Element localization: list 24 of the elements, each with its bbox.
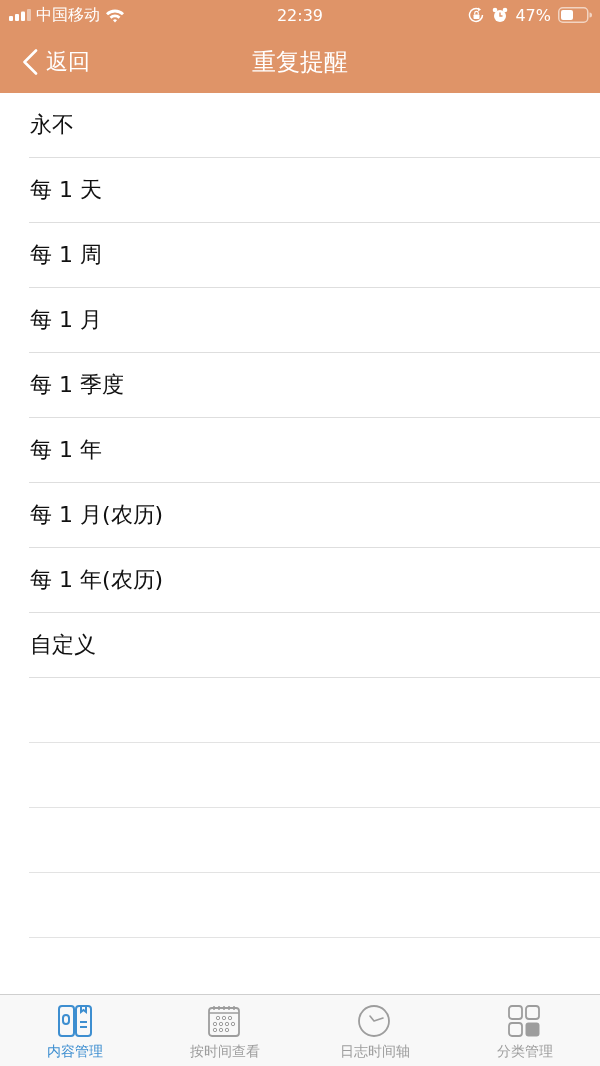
signal-icon <box>9 9 31 21</box>
repeat-option[interactable]: 每 1 天 <box>29 175 102 205</box>
repeat-option[interactable]: 每 1 年(农历) <box>29 565 164 595</box>
repeat-option[interactable]: 自定义 <box>29 630 96 660</box>
tab-item[interactable]: 内容管理 <box>0 995 150 1066</box>
repeat-option[interactable]: 每 1 年 <box>29 435 102 465</box>
grid-icon <box>508 1005 542 1039</box>
repeat-option[interactable]: 每 1 周 <box>29 240 102 270</box>
battery-percentage: 47% <box>515 5 551 25</box>
repeat-option[interactable]: 每 1 月(农历) <box>29 500 164 530</box>
calendar-icon <box>208 1005 242 1039</box>
clock-icon <box>358 1005 392 1039</box>
chevron-left-icon <box>22 48 38 75</box>
wifi-icon <box>105 7 125 23</box>
battery-icon <box>558 7 592 23</box>
repeat-option[interactable]: 永不 <box>29 110 74 140</box>
book-panels-icon <box>58 1005 92 1039</box>
status-time: 22:39 <box>276 5 324 25</box>
repeat-option[interactable]: 每 1 季度 <box>29 370 124 400</box>
rotation-lock-icon <box>468 7 486 23</box>
carrier-name: 中国移动 <box>36 4 100 26</box>
page-title: 重复提醒 <box>252 46 348 78</box>
repeat-option[interactable]: 每 1 月 <box>29 305 102 335</box>
alarm-icon <box>492 7 509 23</box>
